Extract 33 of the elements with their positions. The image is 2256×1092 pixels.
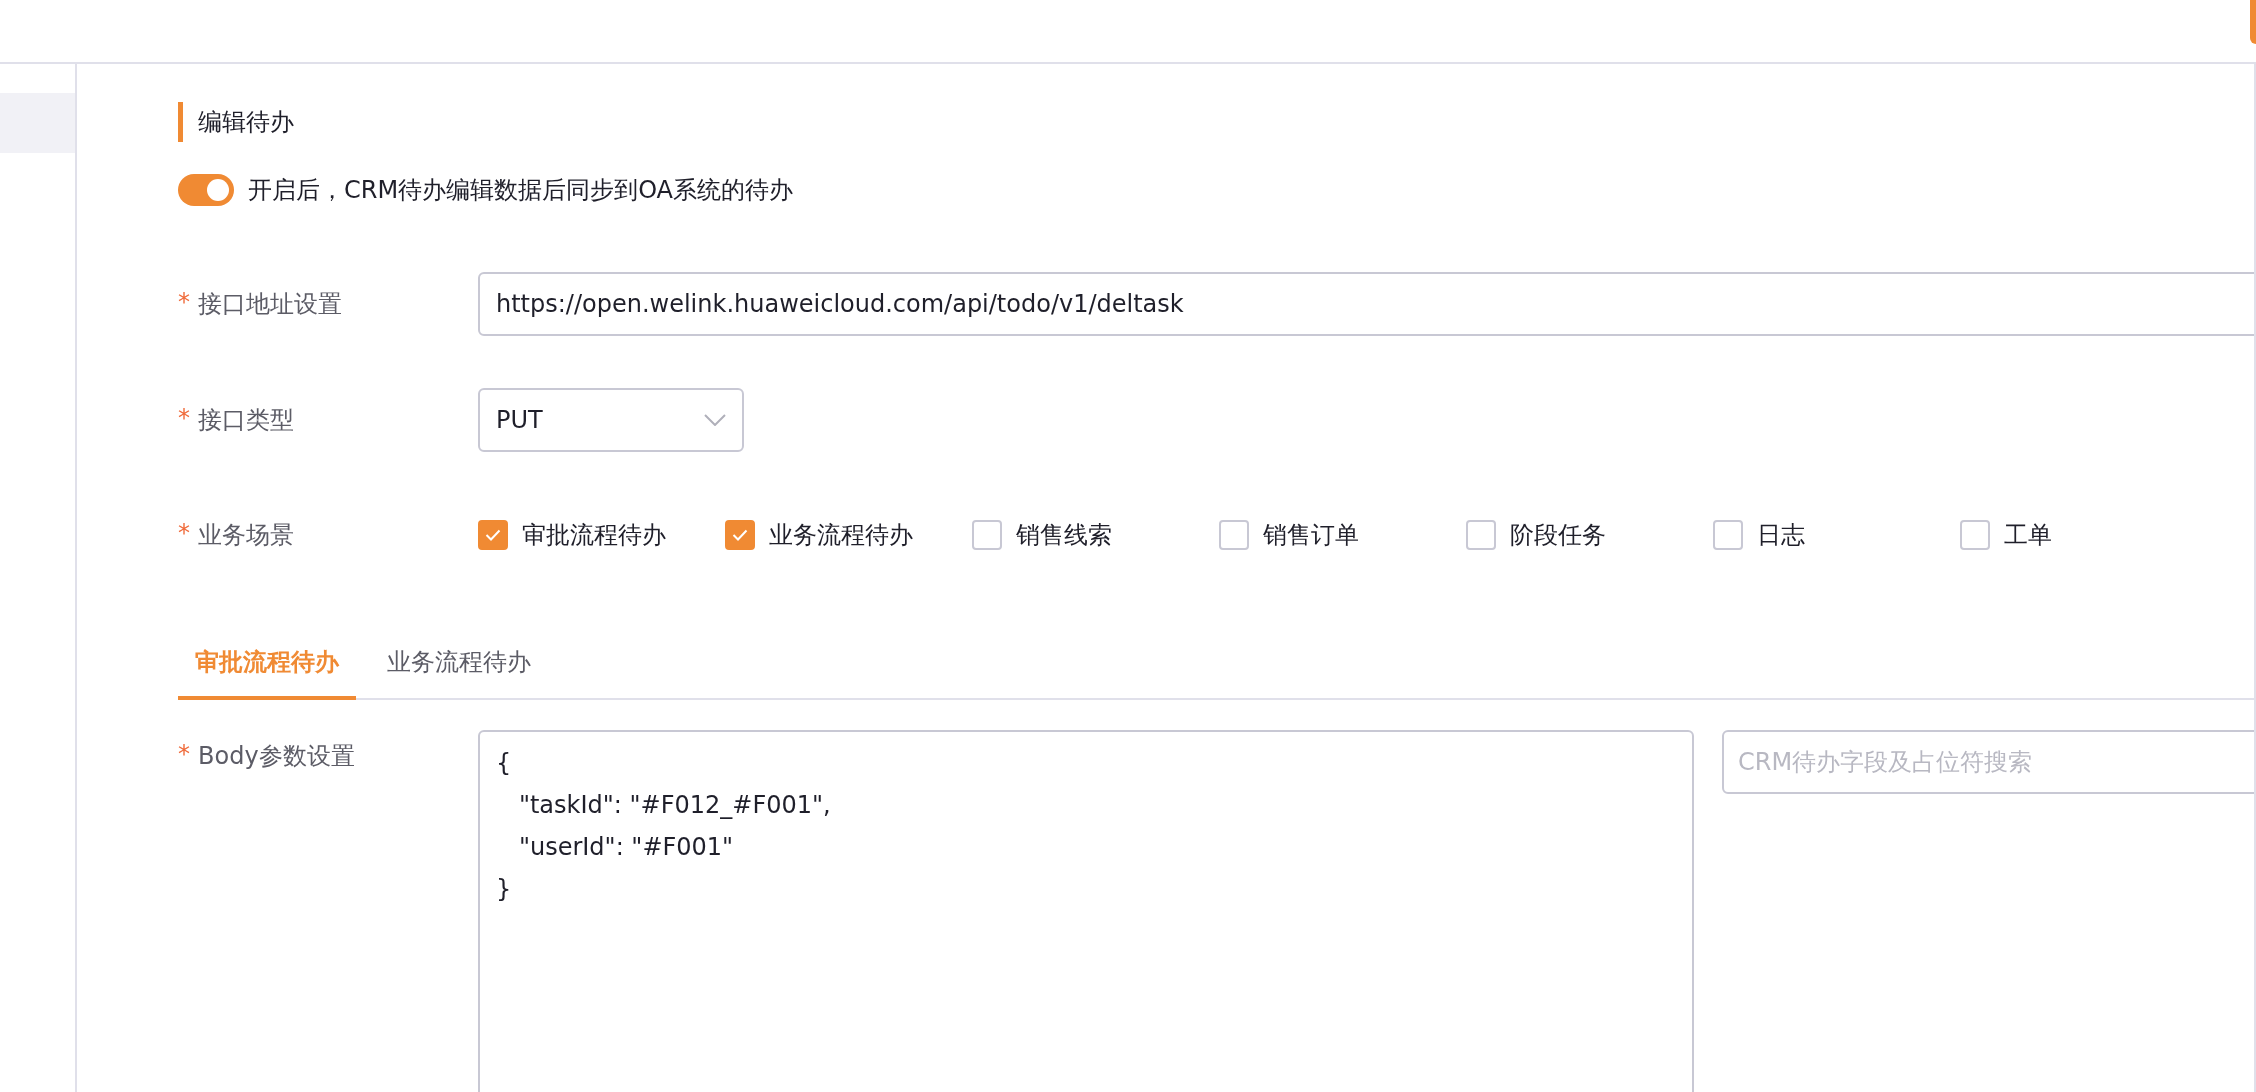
- checkbox-label: 审批流程待办: [522, 520, 666, 551]
- required-asterisk: *: [178, 404, 190, 434]
- checkbox[interactable]: [1219, 520, 1249, 550]
- section-title: 编辑待办: [178, 102, 294, 142]
- checkbox-label: 业务流程待办: [769, 520, 913, 551]
- checkbox[interactable]: [478, 520, 508, 550]
- url-input-field[interactable]: https://open.welink.huaweicloud.com/api/todo/v1/deltask: [478, 272, 2254, 336]
- field-label: 接口类型: [198, 405, 294, 436]
- required-asterisk: *: [178, 519, 190, 549]
- checkmark-icon: [485, 529, 501, 541]
- checkbox[interactable]: [1960, 520, 1990, 550]
- checkbox-label: 日志: [1757, 520, 1805, 551]
- field-label: 接口地址设置: [198, 289, 342, 320]
- checkbox[interactable]: [725, 520, 755, 550]
- required-asterisk: *: [178, 288, 190, 318]
- field-label: 业务场景: [198, 520, 294, 551]
- required-asterisk: *: [178, 740, 190, 770]
- method-select[interactable]: PUT: [478, 388, 744, 452]
- sync-toggle[interactable]: [178, 174, 234, 206]
- body-textarea[interactable]: { "taskId": "#F012_#F001", "userId": "#F001" }: [478, 730, 1694, 1092]
- checkbox-label: 销售线索: [1016, 520, 1112, 551]
- toggle-description: 开启后，CRM待办编辑数据后同步到OA系统的待办: [248, 175, 794, 206]
- checkbox[interactable]: [1713, 520, 1743, 550]
- checkbox-label: 阶段任务: [1510, 520, 1606, 551]
- tab[interactable]: 业务流程待办: [370, 636, 548, 700]
- checkbox-label: 工单: [2004, 520, 2052, 551]
- chevron-down-icon: [704, 414, 726, 426]
- checkbox[interactable]: [972, 520, 1002, 550]
- checkbox-label: 销售订单: [1263, 520, 1359, 551]
- checkmark-icon: [732, 529, 748, 541]
- sidebar-item[interactable]: [0, 93, 75, 153]
- field-label: Body参数设置: [198, 741, 355, 772]
- checkbox[interactable]: [1466, 520, 1496, 550]
